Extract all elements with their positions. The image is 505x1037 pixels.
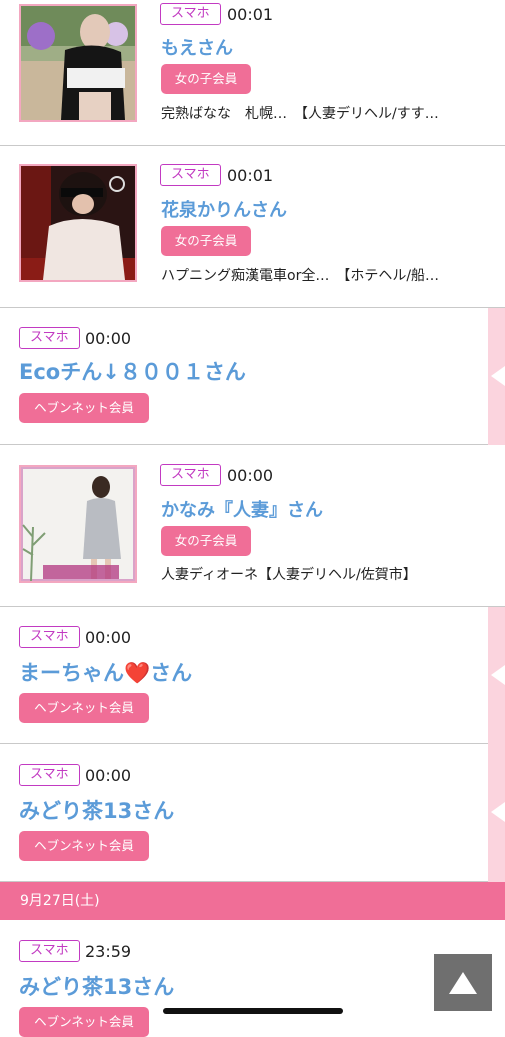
device-badge: スマホ [19,940,80,962]
post-time: 23:59 [85,942,132,961]
post-time: 00:01 [227,5,274,24]
member-type-badge: 女の子会員 [161,226,251,256]
list-item[interactable]: スマホ 00:00 みどり茶13さん ヘブンネット会員 [0,744,505,882]
list-item[interactable]: スマホ 00:00 Ecoチん↓８００１さん ヘブンネット会員 [0,308,505,445]
ribbon-decoration [488,744,505,882]
profile-photo[interactable] [19,465,137,583]
shop-info[interactable]: ハプニング痴漢電車or全… 【ホテヘル/船… [161,265,439,285]
ribbon-notch [491,802,505,822]
device-badge: スマホ [19,327,80,349]
device-badge: スマホ [19,626,80,648]
post-time: 00:00 [85,628,132,647]
ribbon-notch [491,366,505,386]
user-name[interactable]: もえさん [161,34,233,60]
post-time: 00:00 [85,329,132,348]
shop-info[interactable]: 人妻ディオーネ【人妻デリヘル/佐賀市】 [161,564,417,584]
home-indicator [163,1008,343,1014]
user-name[interactable]: 花泉かりんさん [161,196,287,222]
ribbon-decoration [488,607,505,744]
triangle-up-icon [449,971,477,994]
profile-photo[interactable] [19,4,137,122]
list-item[interactable]: スマホ 00:00 まーちゃん❤️さん ヘブンネット会員 [0,607,505,744]
user-name[interactable]: かなみ『人妻』さん [161,496,323,522]
profile-photo[interactable] [19,164,137,282]
post-time: 00:00 [85,766,132,785]
date-divider: 9月27日(土) [0,882,505,920]
post-time: 00:01 [227,166,274,185]
post-time: 00:00 [227,466,274,485]
list-item[interactable]: スマホ 00:01 もえさん 女の子会員 完熟ばなな 札幌… 【人妻デリヘル/す… [0,0,505,146]
member-type-badge: ヘブンネット会員 [19,831,149,861]
device-badge: スマホ [160,164,221,186]
member-type-badge: ヘブンネット会員 [19,1007,149,1037]
list-item[interactable]: スマホ 00:01 花泉かりんさん 女の子会員 ハプニング痴漢電車or全… 【ホ… [0,146,505,308]
user-name[interactable]: みどり茶13さん [19,795,174,825]
ribbon-decoration [488,308,505,445]
member-type-badge: ヘブンネット会員 [19,393,149,423]
scroll-to-top-button[interactable] [434,954,492,1011]
user-name[interactable]: みどり茶13さん [19,971,174,1001]
user-name[interactable]: まーちゃん❤️さん [19,657,192,687]
member-type-badge: 女の子会員 [161,64,251,94]
user-name[interactable]: Ecoチん↓８００１さん [19,356,246,386]
list-item[interactable]: スマホ 00:00 かなみ『人妻』さん 女の子会員 人妻ディオーネ【人妻デリヘル… [0,445,505,607]
member-type-badge: ヘブンネット会員 [19,693,149,723]
device-badge: スマホ [19,764,80,786]
ribbon-notch [491,665,505,685]
device-badge: スマホ [160,3,221,25]
device-badge: スマホ [160,464,221,486]
shop-info[interactable]: 完熟ばなな 札幌… 【人妻デリヘル/すす… [161,103,439,123]
member-type-badge: 女の子会員 [161,526,251,556]
